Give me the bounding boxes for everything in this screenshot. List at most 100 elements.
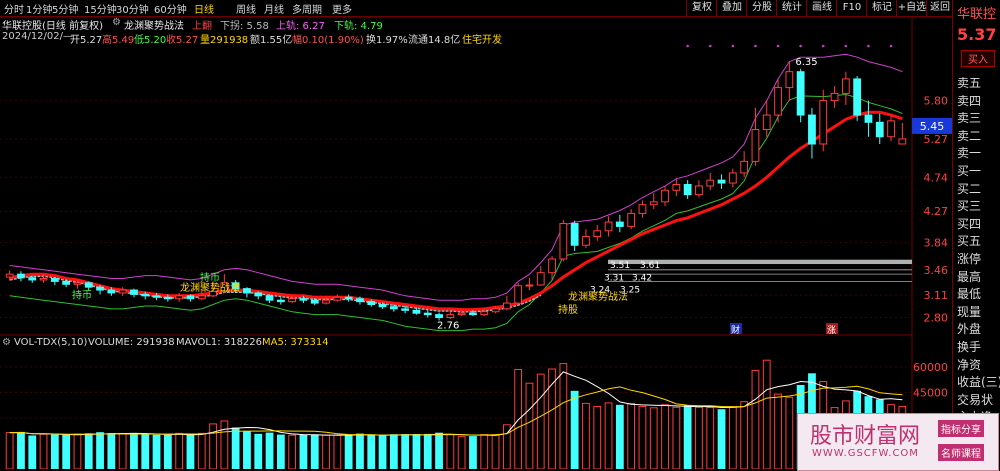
quote-row-label: 买四 [957,216,982,231]
candle-body [864,114,873,123]
candle-body [96,286,104,291]
candle-body [469,312,477,316]
volume-bar [582,402,590,469]
candle-body [582,236,590,246]
candle-body [491,308,500,313]
volume-bar [96,432,104,469]
candle-body [435,314,443,319]
current-price: 5.37 [957,25,997,44]
signal-dot [686,44,689,48]
candle-body [163,296,172,300]
price-tick: 4.74 [924,171,949,184]
volume-bar [28,435,37,469]
quote-row-label: 卖五 [957,76,982,90]
price-tick: 2.80 [924,312,949,325]
candle-body [265,295,274,301]
price-tick: 3.84 [924,236,949,249]
low-label: 2.76 [437,320,459,331]
volume-bar [491,434,500,469]
volume-bar [84,433,93,469]
candle-body [875,121,884,138]
signal-dot [821,44,825,48]
candle-body [446,314,455,319]
volume-bar [604,402,613,469]
candle-body [118,289,127,294]
watermark-site: 股市财富网 [810,424,921,449]
volume-bar [627,402,636,469]
price-tick: 4.27 [924,205,949,218]
candle-body [525,284,534,287]
candle-body [423,312,432,316]
candle-body [412,309,421,314]
candle-body [536,272,545,286]
quote-row-label: 卖二 [957,128,982,143]
candle-body [310,299,319,304]
zhang-label: 涨 [827,325,836,336]
volume-bar [220,420,229,469]
volume-bar [141,433,150,469]
volume-bar [265,432,274,469]
kline-chart[interactable]: 5.80 5.27 4.74 4.27 3.84 3.46 3.11 2.80 5.45 6.35… [0,0,1000,469]
volume-bar [322,434,330,469]
candle-body [751,129,760,162]
volume-bar [446,433,455,469]
quote-row-label: 卖一 [957,146,982,161]
candle-body [604,221,613,232]
candle-body [401,308,410,311]
candle-body [62,280,71,285]
volume-bar [299,434,308,469]
candle-body [39,277,48,281]
volume-bar [175,432,184,469]
vol-volume: VOLUME: 291938 [88,337,175,348]
vol-indicator-name[interactable]: VOL-TDX(5,10) [14,337,87,348]
price-tick: 3.11 [924,289,949,302]
candle-body [17,273,25,279]
cai-label: 财 [731,324,740,336]
volume-bar [559,363,568,469]
quote-row-label: 买五 [957,234,982,249]
candle-body [615,221,624,227]
quote-row-label: 换手 [957,340,982,354]
volume-bar [50,434,59,469]
candle-body [627,212,636,227]
quote-row-label: 收益(三) [957,375,1000,390]
candle-body [548,258,556,274]
candle-body [502,302,511,310]
volume-bar [118,433,127,469]
settings-icon[interactable]: ⚙ [2,337,11,348]
volume-bar [288,434,297,469]
level-label: 3.31 [604,273,624,283]
volume-bar [62,434,71,469]
volume-bar [785,396,794,469]
candle-body [740,160,749,174]
candle-body [197,295,206,300]
volume-bar [774,393,782,469]
candle-body [706,179,715,187]
candle-body [717,179,726,184]
volume-bar [254,433,263,469]
stock-name: 华联控 [957,7,997,22]
candle-body [841,78,850,94]
volume-bar [423,433,432,469]
volume-bar [661,404,669,469]
candle-body [356,298,364,303]
volume-bar [762,359,771,469]
price-tick: 5.27 [924,133,949,146]
quote-panel: 华联控 5.37 买入 卖五 卖四 卖三 卖二 卖一 买一 买二 买三 买四 买五 涨停 最高 最低 现量… [952,0,1000,469]
volume-bar [706,407,715,469]
volume-bar [73,433,82,469]
candle-body [898,138,907,145]
candle-body [50,277,59,282]
quote-row-label: 现量 [957,304,982,319]
candle-body [514,285,523,304]
candle-body [84,282,93,288]
volume-bar [412,434,421,469]
buy-button[interactable]: 买入 [961,50,995,67]
watermark-tag1: 指标分享 [938,420,984,437]
candle-body [728,172,737,184]
volume-bar [39,433,48,469]
candle-body [254,292,263,297]
hold-cash-label: 持币 [72,288,92,301]
volume-bar [243,431,251,469]
candle-body [288,298,297,303]
